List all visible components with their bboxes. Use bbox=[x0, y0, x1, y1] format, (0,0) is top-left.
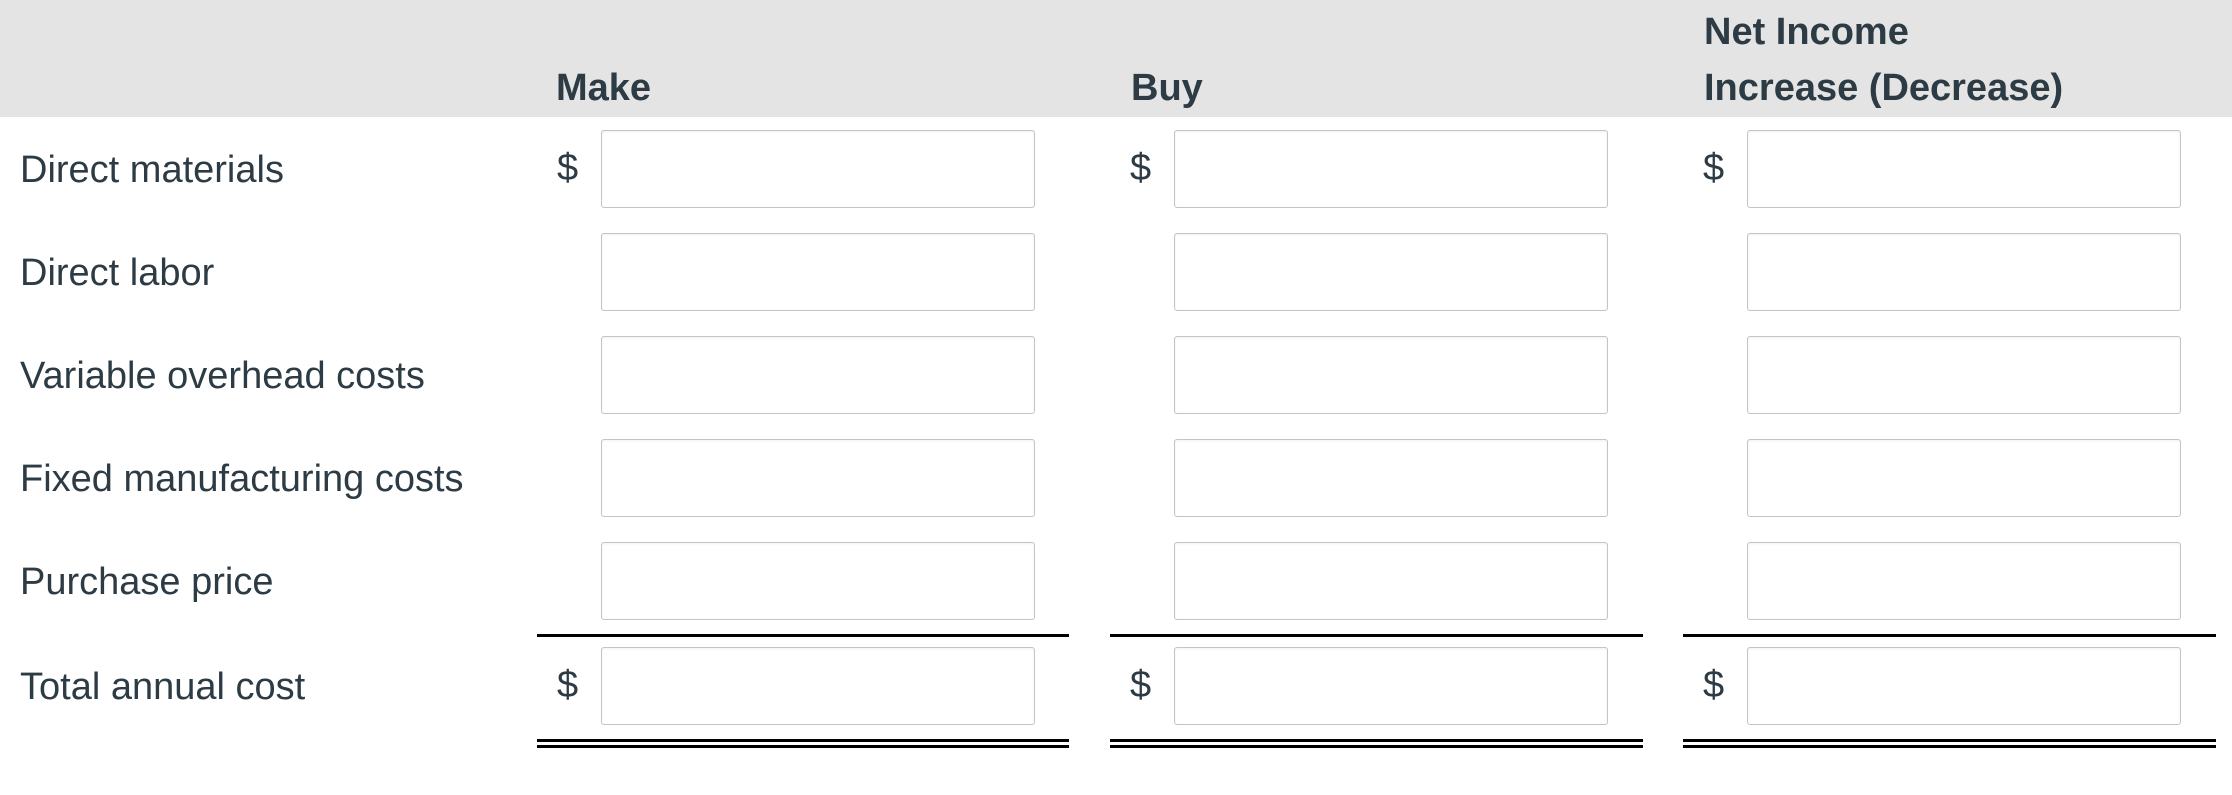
input-buy-row-5[interactable] bbox=[1174, 542, 1608, 620]
input-make-row-2[interactable] bbox=[601, 233, 1035, 311]
row-label: Fixed manufacturing costs bbox=[20, 458, 464, 500]
row-label: Variable overhead costs bbox=[20, 355, 425, 397]
input-net-row-3[interactable] bbox=[1747, 336, 2181, 414]
total-row-label: Total annual cost bbox=[20, 666, 306, 708]
total-double-rule-buy bbox=[1110, 739, 1643, 748]
total-double-rule-make bbox=[537, 739, 1069, 748]
column-header-buy: Buy bbox=[1131, 67, 1203, 109]
total-double-rule-net bbox=[1683, 739, 2216, 748]
input-make-row-5[interactable] bbox=[601, 542, 1035, 620]
dollar-sign: $ bbox=[1130, 664, 1152, 706]
input-make-row-4[interactable] bbox=[601, 439, 1035, 517]
column-header-net-income-line1: Net Income bbox=[1704, 11, 1909, 53]
input-net-row-5[interactable] bbox=[1747, 542, 2181, 620]
column-header-make: Make bbox=[556, 67, 652, 109]
row-label: Direct labor bbox=[20, 252, 215, 294]
dollar-sign: $ bbox=[557, 147, 579, 189]
column-header-net-income-line2: Increase (Decrease) bbox=[1704, 67, 2064, 109]
input-buy-total[interactable] bbox=[1174, 647, 1608, 725]
dollar-sign: $ bbox=[1130, 147, 1152, 189]
input-buy-row-3[interactable] bbox=[1174, 336, 1608, 414]
input-net-row-1[interactable] bbox=[1747, 130, 2181, 208]
input-buy-row-2[interactable] bbox=[1174, 233, 1608, 311]
row-label: Direct materials bbox=[20, 149, 284, 191]
dollar-sign: $ bbox=[557, 664, 579, 706]
input-make-total[interactable] bbox=[601, 647, 1035, 725]
input-net-total[interactable] bbox=[1747, 647, 2181, 725]
subtotal-rule-net bbox=[1683, 634, 2216, 637]
input-make-row-3[interactable] bbox=[601, 336, 1035, 414]
input-buy-row-1[interactable] bbox=[1174, 130, 1608, 208]
input-make-row-1[interactable] bbox=[601, 130, 1035, 208]
dollar-sign: $ bbox=[1703, 664, 1725, 706]
input-buy-row-4[interactable] bbox=[1174, 439, 1608, 517]
row-label: Purchase price bbox=[20, 561, 274, 603]
subtotal-rule-buy bbox=[1110, 634, 1643, 637]
input-net-row-4[interactable] bbox=[1747, 439, 2181, 517]
input-net-row-2[interactable] bbox=[1747, 233, 2181, 311]
subtotal-rule-make bbox=[537, 634, 1069, 637]
dollar-sign: $ bbox=[1703, 147, 1725, 189]
